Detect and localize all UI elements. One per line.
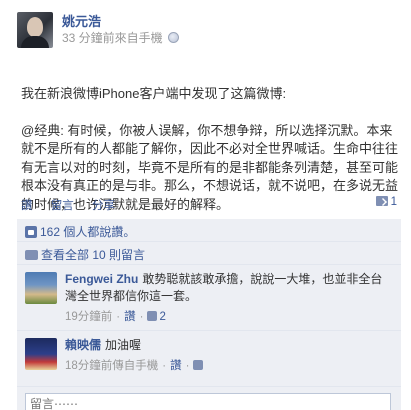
comment-compose	[17, 386, 401, 410]
comment-item: 賴映儒 加油喔 18分鐘前傳自手機 · 讚 ·	[17, 330, 401, 386]
post-timestamp[interactable]: 33 分鐘前來自手機	[62, 31, 163, 45]
comment-timestamp[interactable]: 19分鐘前	[65, 311, 112, 323]
likes-summary-text[interactable]: 162 個人都說讚。	[40, 225, 135, 239]
avatar-body-shape	[21, 36, 49, 48]
post-meta: 33 分鐘前來自手機	[62, 29, 180, 46]
thumbs-up-icon	[25, 226, 37, 238]
comment-input[interactable]	[25, 393, 391, 410]
author-avatar[interactable]	[17, 12, 53, 48]
separator-dot: ·	[116, 311, 121, 323]
comment-meta: 19分鐘前 · 讚 · 2	[65, 308, 393, 324]
post-header: 姚元浩 33 分鐘前來自手機	[0, 0, 411, 56]
post-action-bar: 讚 · 留言 · 分享	[21, 197, 115, 213]
comment-text: 加油喔	[105, 338, 142, 352]
share-icon	[375, 196, 388, 206]
avatar-face-shape	[27, 17, 43, 37]
comment-link[interactable]: 留言	[51, 200, 74, 212]
globe-icon[interactable]	[168, 32, 180, 43]
author-name-link[interactable]: 姚元浩	[62, 11, 101, 30]
comment-like-link[interactable]: 讚	[170, 360, 182, 372]
share-link[interactable]: 分享	[92, 200, 115, 212]
comment-meta: 18分鐘前傳自手機 · 讚 ·	[65, 357, 393, 373]
comment-bubble-icon	[25, 250, 38, 260]
separator-dot: ·	[162, 360, 167, 372]
separator-dot: ·	[80, 200, 85, 212]
comment-like-link[interactable]: 讚	[124, 311, 136, 323]
likes-summary[interactable]: 162 個人都說讚。	[17, 219, 401, 241]
commenter-name-link[interactable]: Fengwei Zhu	[65, 272, 138, 286]
thumbs-up-icon	[147, 311, 158, 321]
view-all-comments-text[interactable]: 查看全部 10 則留言	[41, 248, 145, 262]
comment-content: Fengwei Zhu 敢势聪就該敢承擔，說說一大堆，也並非全台灣全世界都信你這一…	[65, 271, 393, 305]
thumbs-up-icon	[193, 360, 204, 370]
commenter-avatar[interactable]	[25, 272, 57, 304]
comment-item: Fengwei Zhu 敢势聪就該敢承擔，說說一大堆，也並非全台灣全世界都信你這一…	[17, 264, 401, 330]
separator-dot: ·	[39, 200, 44, 212]
feedback-panel: 162 個人都說讚。 查看全部 10 則留言 Fengwei Zhu 敢势聪就該敢…	[17, 219, 401, 410]
separator-dot: ·	[185, 360, 190, 372]
like-link[interactable]: 讚	[21, 200, 33, 212]
share-count-value: 1	[390, 196, 397, 208]
commenter-avatar[interactable]	[25, 338, 57, 370]
comment-like-count[interactable]: 2	[159, 311, 165, 323]
view-all-comments[interactable]: 查看全部 10 則留言	[17, 241, 401, 264]
comment-content: 賴映儒 加油喔	[65, 337, 393, 354]
post-body-line: 我在新浪微博iPhone客户端中发现了这篇微博:	[21, 85, 287, 101]
share-count[interactable]: 1	[375, 196, 397, 208]
comment-timestamp[interactable]: 18分鐘前傳自手機	[65, 360, 158, 372]
separator-dot: ·	[139, 311, 144, 323]
commenter-name-link[interactable]: 賴映儒	[65, 338, 101, 352]
